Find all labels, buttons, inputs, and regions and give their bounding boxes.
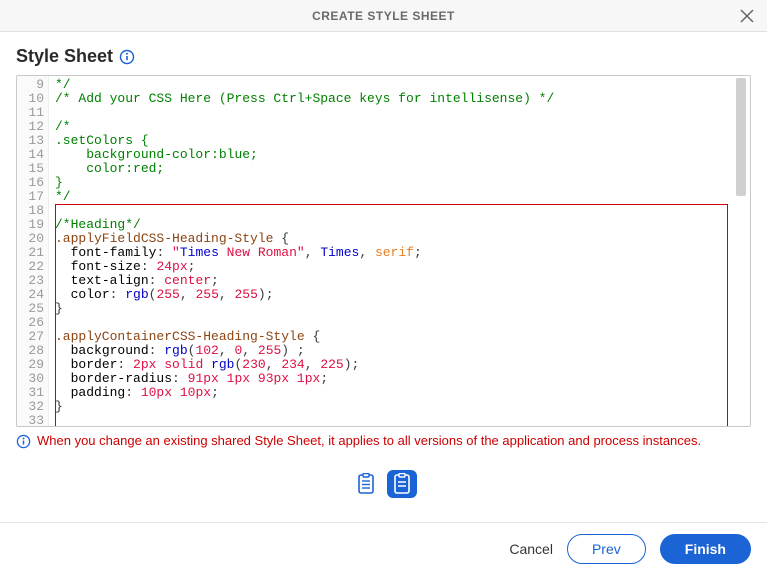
dialog-title: CREATE STYLE SHEET [312, 9, 455, 23]
form-view-button[interactable] [351, 470, 381, 498]
section-title: Style Sheet [16, 46, 113, 67]
info-icon[interactable] [119, 49, 135, 65]
dialog-footer: Cancel Prev Finish [0, 522, 767, 574]
close-button[interactable] [735, 4, 759, 28]
close-icon [740, 9, 754, 23]
section-header: Style Sheet [16, 46, 751, 67]
scroll-thumb[interactable] [736, 78, 746, 196]
code-area[interactable]: *//* Add your CSS Here (Press Ctrl+Space… [49, 76, 750, 426]
cancel-button[interactable]: Cancel [509, 541, 553, 557]
form-icon [356, 473, 376, 495]
css-editor[interactable]: 9101112131415161718192021222324252627282… [16, 75, 751, 427]
clipboard-view-button[interactable] [387, 470, 417, 498]
dialog-content: Style Sheet 9101112131415161718192021222… [0, 32, 767, 522]
vertical-scrollbar[interactable] [734, 78, 748, 424]
clipboard-icon [392, 473, 412, 495]
line-gutter: 9101112131415161718192021222324252627282… [17, 76, 49, 426]
finish-button[interactable]: Finish [660, 534, 751, 564]
info-icon [16, 434, 31, 452]
toolbar [16, 470, 751, 498]
titlebar: CREATE STYLE SHEET [0, 0, 767, 32]
create-stylesheet-dialog: CREATE STYLE SHEET Style Sheet 910111213… [0, 0, 767, 574]
warning-message: When you change an existing shared Style… [16, 433, 751, 452]
prev-button[interactable]: Prev [567, 534, 646, 564]
warning-text: When you change an existing shared Style… [37, 433, 701, 448]
